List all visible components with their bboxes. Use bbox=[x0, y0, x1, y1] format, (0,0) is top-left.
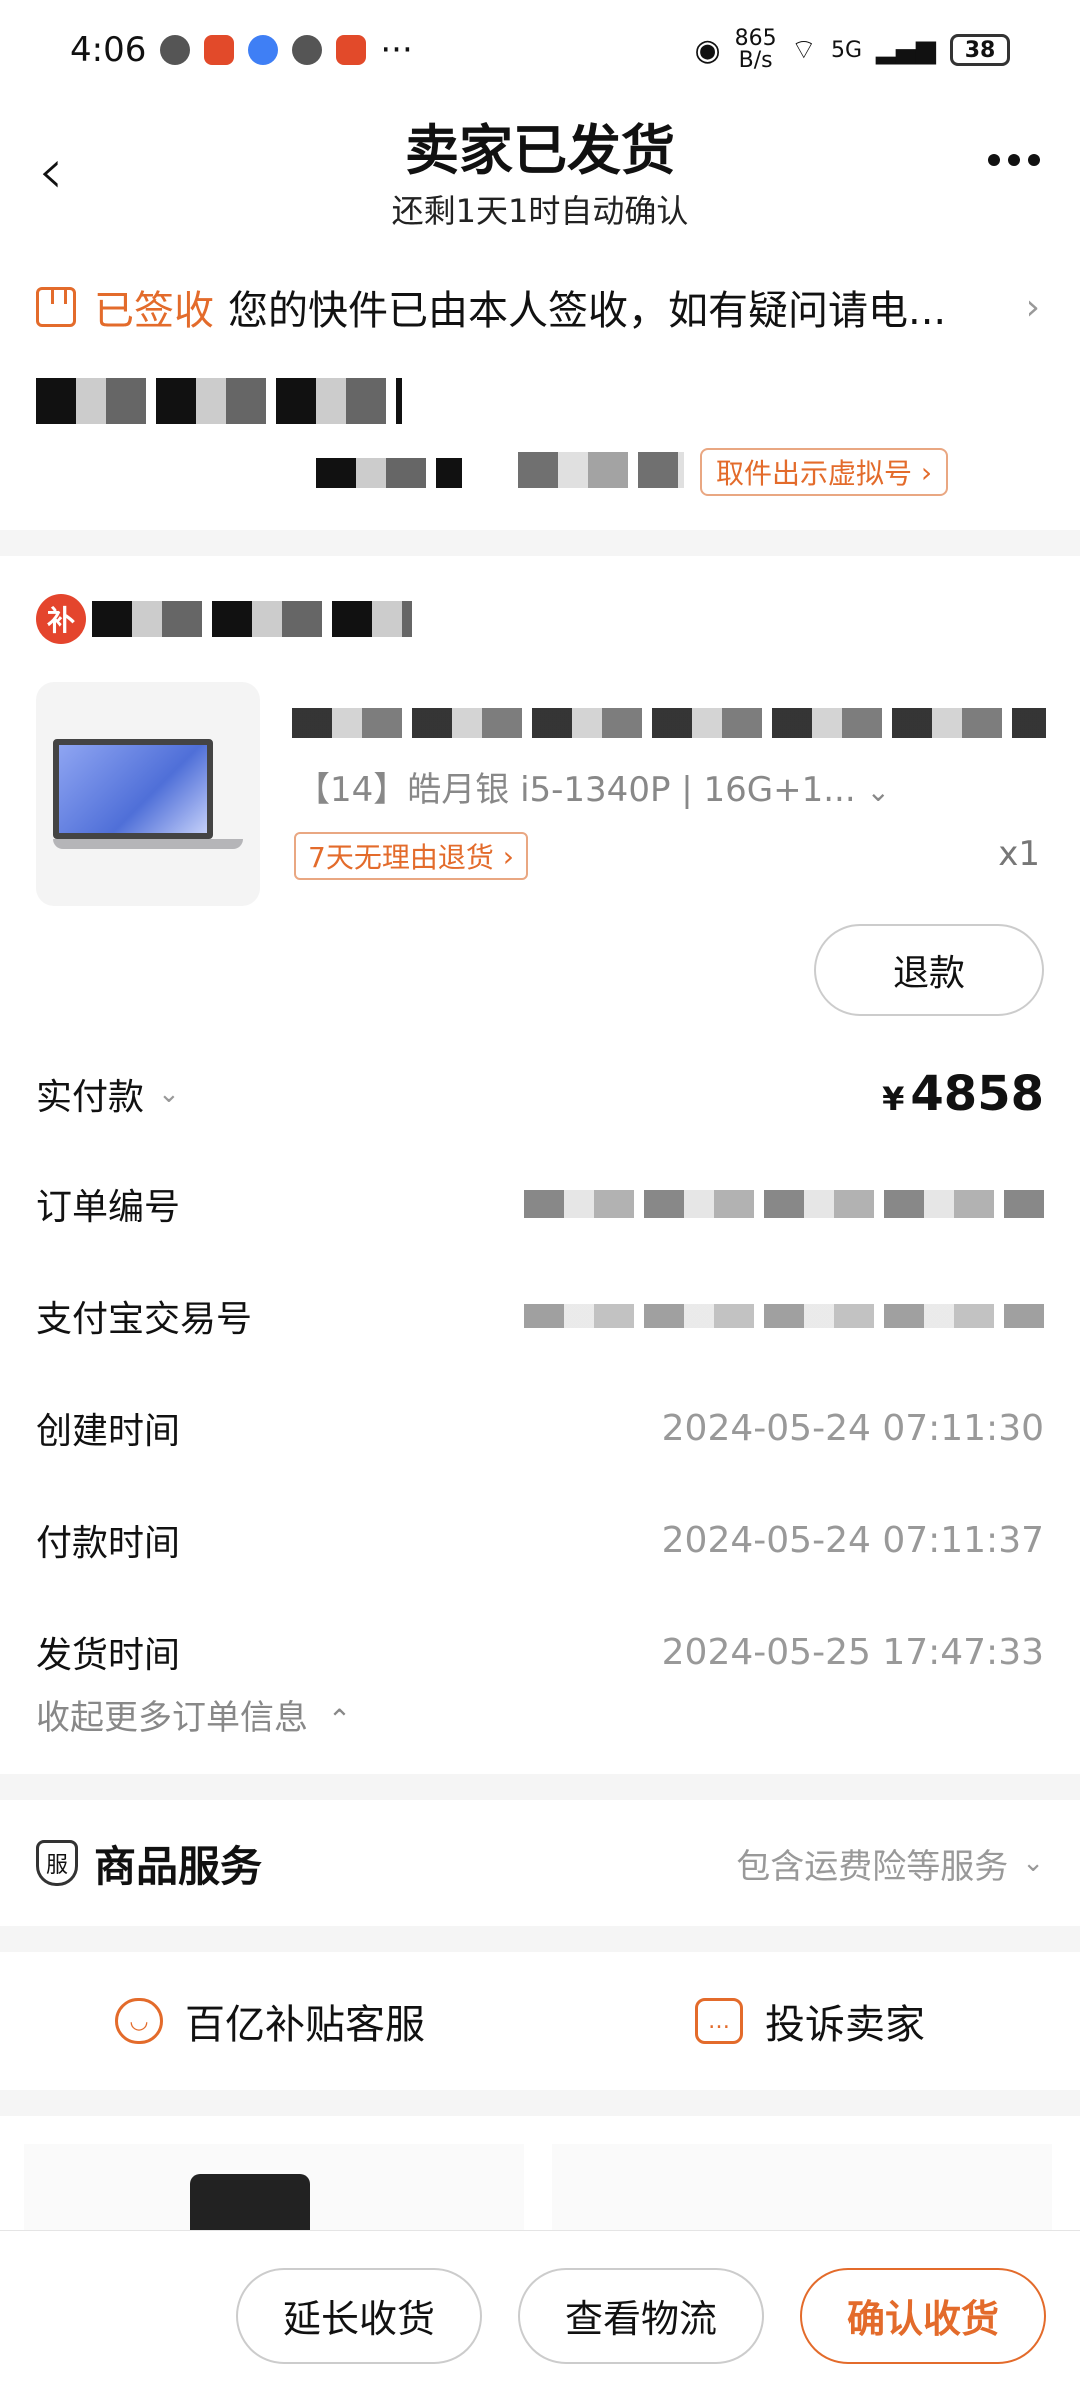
paid-amount-row[interactable]: 实付款 ⌄ ¥4858 bbox=[36, 1064, 1044, 1124]
redacted-shop-name bbox=[92, 601, 412, 637]
redacted-alipay-number bbox=[524, 1304, 1044, 1328]
package-icon bbox=[36, 287, 76, 327]
logistics-message: 您的快件已由本人签收，如有疑问请电... bbox=[228, 288, 947, 334]
product-thumbnail[interactable] bbox=[36, 682, 260, 906]
laptop-image bbox=[53, 739, 243, 849]
extend-receipt-button[interactable]: 延长收货 bbox=[236, 2267, 482, 2364]
service-row[interactable]: 服 商品服务 包含运费险等服务 ⌄ bbox=[0, 1800, 1080, 1926]
paid-time-row: 付款时间 2024-05-24 07:11:37 bbox=[36, 1510, 1044, 1570]
complaint-icon: … bbox=[695, 1998, 743, 2044]
chevron-right-icon: › bbox=[912, 455, 933, 489]
message-icon bbox=[160, 35, 191, 65]
more-notifications-icon: ··· bbox=[380, 30, 413, 70]
wifi-icon: ⌔ bbox=[790, 32, 817, 66]
shipped-value: 2024-05-25 17:47:33 bbox=[661, 1631, 1044, 1673]
service-shield-icon: 服 bbox=[36, 1840, 78, 1886]
wechat-icon bbox=[292, 35, 323, 65]
contact-row: ◡ 百亿补贴客服 … 投诉卖家 bbox=[0, 1952, 1080, 2090]
net-speed: 865 B/s bbox=[734, 26, 777, 73]
securities-app-icon bbox=[336, 35, 367, 65]
paid-amount: ¥4858 bbox=[882, 1066, 1044, 1122]
paid-time-label: 付款时间 bbox=[36, 1523, 181, 1564]
smile-chat-icon: ◡ bbox=[115, 1998, 163, 2044]
eye-icon: ◉ bbox=[694, 32, 721, 68]
browser-icon bbox=[248, 35, 279, 65]
alipay-label: 支付宝交易号 bbox=[36, 1299, 253, 1340]
product-spec[interactable]: 【14】皓月银 i5-1340P | 16G+1... ⌄ bbox=[296, 762, 890, 811]
page-title: 卖家已发货 bbox=[405, 119, 675, 182]
app-notification-icon bbox=[204, 35, 235, 65]
more-options-button[interactable] bbox=[988, 154, 1040, 166]
complain-seller-button[interactable]: … 投诉卖家 bbox=[540, 1992, 1080, 2050]
chevron-down-icon: ⌄ bbox=[866, 775, 890, 808]
redacted-address bbox=[36, 378, 402, 424]
return-policy-tag[interactable]: 7天无理由退货 › bbox=[294, 832, 528, 880]
confirm-receipt-button[interactable]: 确认收货 bbox=[800, 2267, 1046, 2364]
page-header: ‹ 卖家已发货 还剩1天1时自动确认 bbox=[0, 100, 1080, 250]
paid-label: 实付款 bbox=[36, 1077, 145, 1118]
shop-row[interactable]: 补 bbox=[36, 594, 412, 644]
service-value: 包含运费险等服务 bbox=[736, 1846, 1009, 1887]
redacted-product-title[interactable] bbox=[292, 708, 1046, 738]
alipay-trade-row: 支付宝交易号 bbox=[36, 1286, 1044, 1346]
refund-button[interactable]: 退款 bbox=[814, 924, 1044, 1016]
redacted-recipient bbox=[316, 458, 462, 488]
created-value: 2024-05-24 07:11:30 bbox=[661, 1407, 1044, 1449]
service-title: 商品服务 bbox=[94, 1841, 263, 1891]
chevron-right-icon: › bbox=[1025, 286, 1040, 328]
chevron-up-icon: ⌃ bbox=[318, 1703, 352, 1736]
network-type: 5G bbox=[830, 37, 862, 63]
order-card: 补 【14】皓月银 i5-1340P | 16G+1... ⌄ 7天无理由退货 … bbox=[0, 556, 1080, 1774]
logistics-card: 已签收 您的快件已由本人签收，如有疑问请电... › 取件出示虚拟号 › bbox=[0, 250, 1080, 530]
order-number-label: 订单编号 bbox=[36, 1187, 181, 1228]
status-time: 4:06 bbox=[70, 30, 147, 70]
chevron-right-icon: › bbox=[493, 839, 514, 873]
logistics-status-row[interactable]: 已签收 您的快件已由本人签收，如有疑问请电... › bbox=[36, 278, 1040, 336]
bottom-action-bar: 延长收货 查看物流 确认收货 bbox=[0, 2230, 1080, 2400]
product-quantity: x1 bbox=[998, 834, 1040, 874]
shipped-label: 发货时间 bbox=[36, 1635, 181, 1676]
redacted-phone bbox=[518, 452, 684, 488]
signed-status: 已签收 bbox=[94, 288, 214, 334]
customer-service-button[interactable]: ◡ 百亿补贴客服 bbox=[0, 1992, 540, 2050]
chevron-down-icon: ⌄ bbox=[1022, 1848, 1044, 1878]
signal-icon: ▂▄▆ bbox=[876, 35, 936, 65]
view-logistics-button[interactable]: 查看物流 bbox=[518, 2267, 764, 2364]
paid-time-value: 2024-05-24 07:11:37 bbox=[661, 1519, 1044, 1561]
collapse-order-info-button[interactable]: 收起更多订单信息 ⌃ bbox=[36, 1690, 351, 1739]
created-label: 创建时间 bbox=[36, 1411, 181, 1452]
shipped-time-row: 发货时间 2024-05-25 17:47:33 bbox=[36, 1622, 1044, 1682]
auto-confirm-countdown: 还剩1天1时自动确认 bbox=[391, 192, 689, 230]
status-bar: 4:06 ··· ◉ 865 B/s ⌔ 5G ▂▄▆ 38 bbox=[0, 0, 1080, 100]
battery-icon: 38 bbox=[950, 34, 1010, 66]
virtual-number-button[interactable]: 取件出示虚拟号 › bbox=[700, 448, 949, 496]
redacted-order-number bbox=[524, 1190, 1044, 1218]
created-time-row: 创建时间 2024-05-24 07:11:30 bbox=[36, 1398, 1044, 1458]
chevron-down-icon: ⌄ bbox=[158, 1079, 180, 1109]
order-number-row: 订单编号 bbox=[36, 1174, 1044, 1234]
subsidy-badge: 补 bbox=[36, 594, 86, 644]
